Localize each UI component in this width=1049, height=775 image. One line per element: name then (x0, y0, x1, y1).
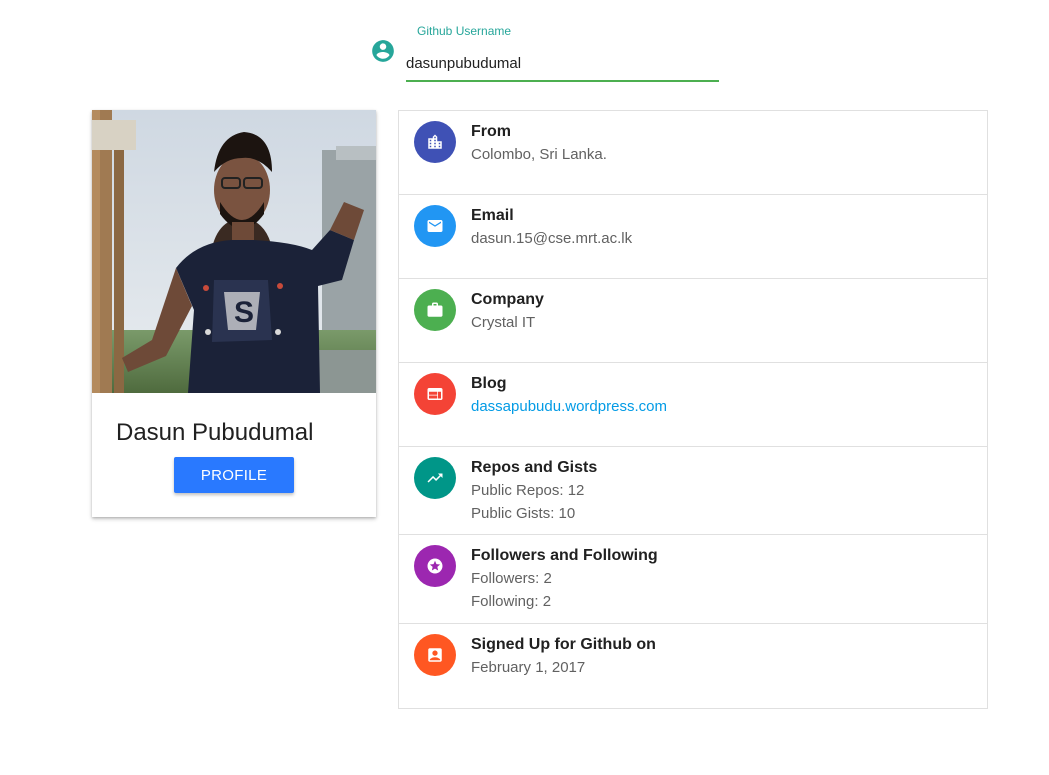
item-title: Signed Up for Github on (471, 636, 656, 653)
details-list: From Colombo, Sri Lanka. Email dasun.15@… (398, 110, 988, 709)
item-title: Blog (471, 375, 507, 392)
username-search: Github Username (370, 22, 720, 84)
input-underline (406, 80, 719, 82)
item-value: Public Gists: 10 (471, 505, 576, 522)
item-value: Following: 2 (471, 593, 552, 610)
item-value: February 1, 2017 (471, 659, 586, 676)
username-label: Github Username (417, 24, 512, 38)
profile-photo: S (92, 110, 376, 393)
profile-button[interactable]: PROFILE (174, 457, 294, 493)
blog-link[interactable]: dassapubudu.wordpress.com (471, 398, 667, 415)
item-title: Followers and Following (471, 547, 658, 564)
item-title: Repos and Gists (471, 459, 598, 476)
profile-card: S Dasun Pubudumal PROFILE (92, 110, 376, 517)
briefcase-icon (414, 289, 456, 331)
list-item-signup: Signed Up for Github on February 1, 2017 (399, 624, 987, 708)
star-circle-icon (414, 545, 456, 587)
svg-text:S: S (234, 296, 254, 329)
item-value: Followers: 2 (471, 570, 552, 587)
account-circle-icon (372, 40, 394, 62)
account-box-icon (414, 634, 456, 676)
item-value: dasun.15@cse.mrt.ac.lk (471, 230, 633, 247)
trending-up-icon (414, 457, 456, 499)
item-value: Public Repos: 12 (471, 482, 585, 499)
profile-name: Dasun Pubudumal (116, 419, 314, 446)
list-item-from: From Colombo, Sri Lanka. (399, 111, 987, 195)
web-icon (414, 373, 456, 415)
list-item-email: Email dasun.15@cse.mrt.ac.lk (399, 195, 987, 279)
list-item-blog: Blog dassapubudu.wordpress.com (399, 363, 987, 447)
item-value: Crystal IT (471, 314, 536, 331)
username-input[interactable] (406, 48, 719, 78)
list-item-followers: Followers and Following Followers: 2 Fol… (399, 535, 987, 624)
item-value: Colombo, Sri Lanka. (471, 146, 607, 163)
item-title: Company (471, 291, 544, 308)
list-item-repos: Repos and Gists Public Repos: 12 Public … (399, 447, 987, 535)
city-icon (414, 121, 456, 163)
list-item-company: Company Crystal IT (399, 279, 987, 363)
email-icon (414, 205, 456, 247)
item-title: From (471, 123, 511, 140)
item-title: Email (471, 207, 514, 224)
